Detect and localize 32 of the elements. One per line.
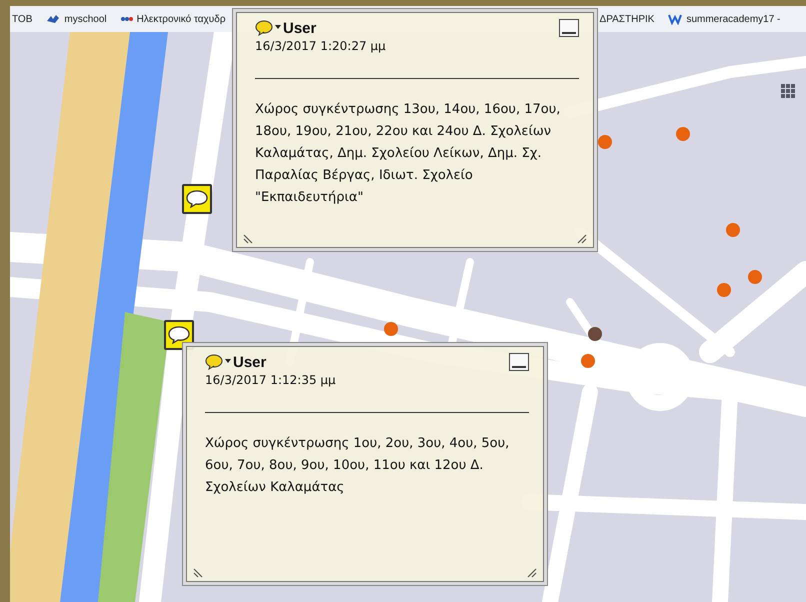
place-pin-icon [588, 327, 602, 341]
bookmark-link[interactable]: ΤΟΒ [12, 14, 32, 24]
resize-grip-icon[interactable] [243, 234, 255, 244]
dots-icon [120, 16, 133, 22]
bookmark-link[interactable]: ΔΡΑΣΤΗΡΙΚ [600, 14, 654, 24]
bookmark-link[interactable]: summeracademy17 - [668, 13, 780, 25]
place-pin-icon [676, 127, 690, 141]
w-logo-icon [668, 13, 682, 25]
place-pin-icon [717, 283, 731, 297]
bookmark-link[interactable]: Ηλεκτρονικό ταχυδρ [120, 14, 226, 24]
minimize-button[interactable] [559, 19, 579, 37]
apps-grid-icon[interactable] [781, 84, 795, 98]
place-pin-icon [726, 223, 740, 237]
comment-author: User [283, 20, 316, 36]
resize-grip-icon[interactable] [575, 234, 587, 244]
resize-grip-icon[interactable] [525, 568, 537, 578]
comment-text: Χώρος συγκέντρωσης 13ου, 14ου, 16ου, 17ου, 18ου, 19ου, 21ου, 22ου και 24ου Δ. Σχολείων Καλαμάτας, Δημ. Σχολείου Λείκων, Δημ. Σχ. Παραλίας Βέργας, Ιδιωτ. Σχολείο "Εκπαιδευτήρια" [255, 101, 562, 207]
comment-author: User [233, 354, 266, 370]
place-pin-icon [581, 354, 595, 368]
minimize-button[interactable] [509, 353, 529, 371]
comment-date: 16/3/2017 1:20:27 μμ [255, 39, 387, 53]
place-pin-icon [598, 135, 612, 149]
bookmark-link[interactable]: myschool [46, 14, 107, 24]
place-pin-icon [748, 270, 762, 284]
comment-menu-button[interactable] [205, 354, 231, 370]
bird-icon [46, 14, 60, 24]
comment-menu-button[interactable] [255, 20, 281, 36]
place-pin-icon [384, 322, 398, 336]
comment-marker-icon[interactable] [182, 184, 212, 214]
resize-grip-icon[interactable] [193, 568, 205, 578]
comment-text: Χώρος συγκέντρωσης 1ου, 2ου, 3ου, 4ου, 5ου, 6ου, 7ου, 8ου, 9ου, 10ου, 11ου και 12ου Δ. Σχολείων Καλαμάτας [205, 435, 510, 497]
comment-date: 16/3/2017 1:12:35 μμ [205, 373, 337, 387]
